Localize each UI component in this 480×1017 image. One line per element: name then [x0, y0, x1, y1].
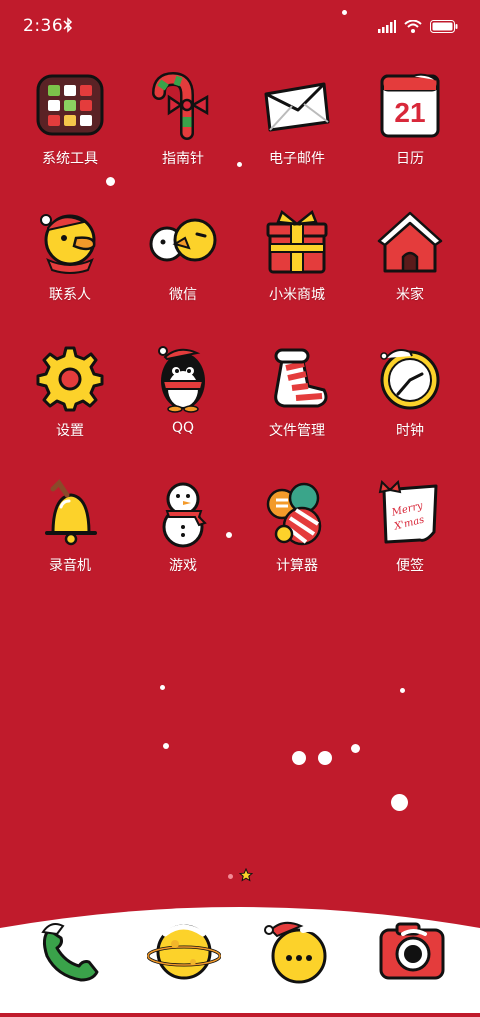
folder-icon: [32, 68, 108, 144]
app-label: 计算器: [276, 558, 318, 574]
app-settings[interactable]: 设置: [15, 340, 125, 440]
app-label: QQ: [171, 420, 195, 436]
app-clock[interactable]: 时钟: [355, 340, 465, 440]
app-label: 游戏: [169, 558, 197, 574]
app-contacts[interactable]: 联系人: [15, 204, 125, 304]
dock-messages[interactable]: [260, 915, 336, 991]
phone-icon: [35, 916, 105, 990]
chat-birds-icon: [145, 204, 221, 280]
app-file-manager[interactable]: 文件管理: [242, 340, 352, 440]
snowman-icon: [145, 475, 221, 551]
bell-icon: [32, 475, 108, 551]
app-games[interactable]: 游戏: [128, 475, 238, 575]
app-calendar[interactable]: 21 日历: [355, 68, 465, 168]
dock-camera[interactable]: [374, 915, 450, 991]
dock-browser[interactable]: [146, 915, 222, 991]
app-system-tools[interactable]: 系统工具: [15, 68, 125, 168]
penguin-icon: [145, 340, 221, 416]
dock-phone[interactable]: [32, 915, 108, 991]
status-bar: 2:36: [0, 0, 480, 52]
calendar-icon: 21: [372, 68, 448, 144]
duck-santa-icon: [32, 204, 108, 280]
planet-icon: [146, 916, 222, 990]
camera-icon: [377, 920, 447, 986]
app-recorder[interactable]: 录音机: [15, 475, 125, 575]
app-label: 微信: [169, 287, 197, 303]
candy-cane-icon: [145, 68, 221, 144]
app-mijia[interactable]: 米家: [355, 204, 465, 304]
wifi-icon: [404, 18, 422, 37]
app-compass[interactable]: 指南针: [128, 68, 238, 168]
app-label: 联系人: [49, 287, 91, 303]
app-label: 录音机: [49, 558, 91, 574]
app-calculator[interactable]: 计算器: [242, 475, 352, 575]
app-label: 小米商城: [269, 287, 325, 303]
star-icon[interactable]: [238, 867, 254, 886]
stocking-icon: [259, 340, 335, 416]
battery-icon: [430, 18, 458, 37]
page-dot[interactable]: [228, 874, 233, 879]
message-bubble-icon: [263, 916, 333, 990]
app-label: 时钟: [396, 423, 424, 439]
note-icon: Merry X'mas: [372, 475, 448, 551]
app-label: 设置: [56, 423, 84, 439]
app-label: 指南针: [162, 151, 204, 167]
app-label: 便签: [396, 558, 424, 574]
page-indicator[interactable]: [228, 867, 254, 886]
gear-icon: [32, 340, 108, 416]
app-email[interactable]: 电子邮件: [242, 68, 352, 168]
snow-house-icon: [372, 204, 448, 280]
app-wechat[interactable]: 微信: [128, 204, 238, 304]
app-notes[interactable]: Merry X'mas 便签: [355, 475, 465, 575]
app-qq[interactable]: QQ: [128, 340, 238, 436]
app-label: 文件管理: [269, 423, 325, 439]
app-label: 电子邮件: [269, 151, 325, 167]
gift-box-icon: [259, 204, 335, 280]
app-label: 米家: [396, 287, 424, 303]
status-time: 2:36: [23, 16, 64, 36]
app-label: 日历: [396, 151, 424, 167]
calendar-date: 21: [394, 97, 425, 128]
ornaments-icon: [259, 475, 335, 551]
envelope-icon: [259, 68, 335, 144]
bluetooth-icon: [63, 17, 73, 37]
app-label: 系统工具: [42, 151, 98, 167]
clock-icon: [372, 340, 448, 416]
app-mi-store[interactable]: 小米商城: [242, 204, 352, 304]
cellular-signal-icon: [378, 18, 396, 37]
